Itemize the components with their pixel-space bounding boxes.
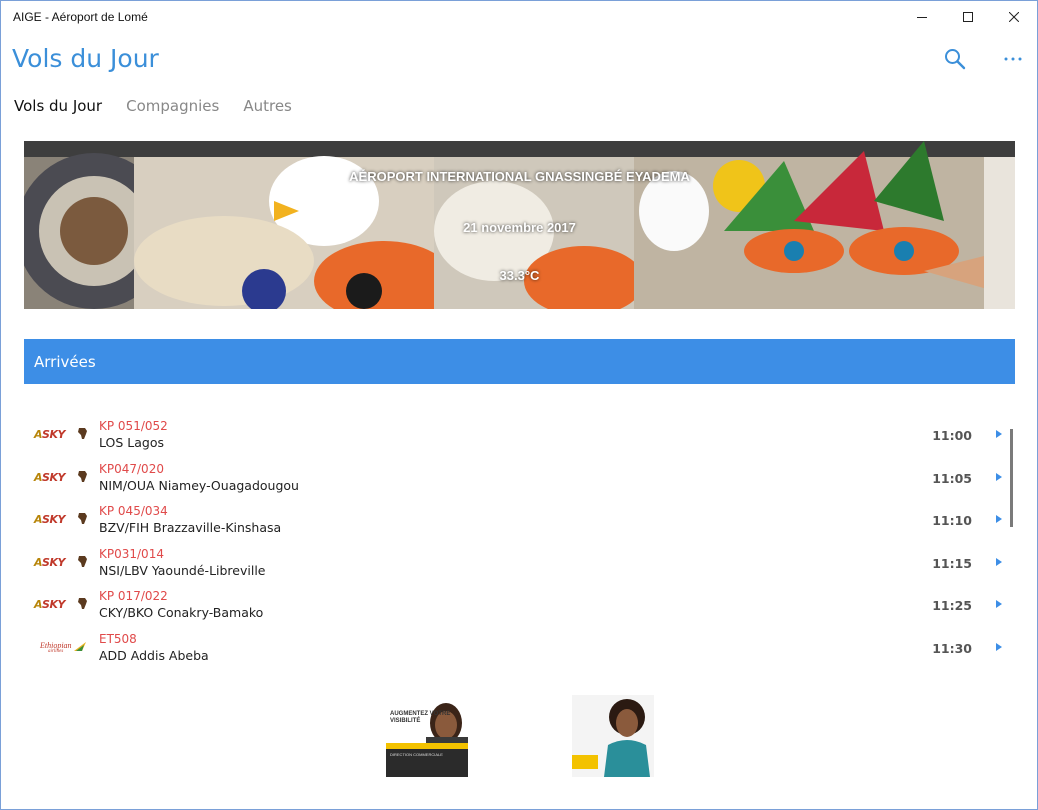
chevron-right-icon	[996, 515, 1002, 524]
close-button[interactable]	[991, 1, 1037, 33]
more-options-button[interactable]	[995, 43, 1031, 75]
pivot-tabs: Vols du Jour Compagnies Autres	[14, 97, 292, 115]
asky-logo: ASKY	[34, 554, 92, 570]
africa-icon	[78, 555, 87, 567]
flight-row[interactable]: ASKY KP047/020 NIM/OUA Niamey-Ouagadougo…	[24, 456, 1015, 499]
chevron-right-icon	[996, 600, 1002, 609]
minimize-button[interactable]	[899, 1, 945, 33]
arrivals-title: Arrivées	[34, 353, 96, 371]
minimize-icon	[917, 17, 927, 18]
scrollbar[interactable]	[1010, 429, 1013, 527]
maximize-icon	[963, 12, 973, 22]
asky-logo: ASKY	[34, 596, 92, 612]
maximize-button[interactable]	[945, 1, 991, 33]
asky-logo: ASKY	[34, 511, 92, 527]
ad-headline: AUGMENTEZ VOTRE VISIBILITÉ	[390, 711, 451, 724]
chevron-right-icon	[996, 557, 1002, 566]
chevron-right-icon	[996, 642, 1002, 651]
flight-route: ADD Addis Abeba	[99, 647, 209, 663]
ad-banner-direction-commerciale[interactable]: AUGMENTEZ VOTRE VISIBILITÉ DIRECTION COM…	[386, 695, 468, 777]
flight-row[interactable]: ASKY KP 051/052 LOS Lagos 11:00	[24, 413, 1015, 456]
flight-row[interactable]: ASKY KP 045/034 BZV/FIH Brazzaville-Kins…	[24, 498, 1015, 541]
ad-band-text: DIRECTION COMMERCIALE	[390, 752, 443, 757]
close-icon	[1009, 12, 1019, 22]
flight-time: 11:00	[932, 428, 972, 443]
hero-banner: AÉROPORT INTERNATIONAL GNASSINGBÉ EYADEM…	[24, 141, 1015, 309]
ad-banner-airport-services[interactable]	[572, 695, 654, 777]
search-icon	[945, 49, 966, 70]
africa-icon	[78, 470, 87, 482]
flight-number: KP 051/052	[99, 419, 168, 433]
flight-time: 11:15	[932, 555, 972, 571]
flight-route: LOS Lagos	[99, 435, 164, 450]
flight-route: BZV/FIH Brazzaville-Kinshasa	[99, 520, 282, 536]
flight-route: CKY/BKO Conakry-Bamako	[99, 605, 264, 621]
flight-time: 11:25	[932, 598, 972, 614]
hero-airport-name: AÉROPORT INTERNATIONAL GNASSINGBÉ EYADEM…	[349, 169, 690, 184]
africa-icon	[78, 598, 87, 610]
flight-number: KP 045/034	[99, 504, 168, 519]
flight-row[interactable]: ASKY KP 017/022 CKY/BKO Conakry-Bamako 1…	[24, 583, 1015, 626]
africa-icon	[78, 428, 87, 439]
flight-route: NSI/LBV Yaoundé-Libreville	[99, 562, 266, 578]
page-title: Vols du Jour	[12, 44, 159, 73]
app-window: AIGE - Aéroport de Lomé Vols du Jour Vol…	[0, 0, 1038, 810]
chevron-right-icon	[996, 430, 1002, 438]
flight-time: 11:05	[932, 470, 972, 486]
ethiopian-logo: Ethiopian airlines	[34, 639, 92, 655]
tab-autres[interactable]: Autres	[243, 97, 292, 115]
asky-logo: ASKY	[34, 469, 92, 485]
more-icon	[1004, 57, 1022, 61]
tab-compagnies[interactable]: Compagnies	[126, 97, 219, 115]
arrivals-header: Arrivées	[24, 339, 1015, 384]
flight-row[interactable]: ASKY KP031/014 NSI/LBV Yaoundé-Librevill…	[24, 541, 1015, 584]
wing-icon	[74, 641, 86, 651]
flight-number: KP 017/022	[99, 589, 168, 604]
hero-temperature: 33.3°C	[499, 268, 540, 283]
asky-logo: ASKY	[34, 426, 92, 442]
africa-icon	[78, 513, 87, 525]
flight-list: ASKY KP 051/052 LOS Lagos 11:00 ASKY KP0…	[24, 413, 1015, 669]
flight-time: 11:10	[932, 513, 972, 529]
tab-vols-du-jour[interactable]: Vols du Jour	[14, 97, 102, 115]
chevron-right-icon	[996, 472, 1002, 481]
flight-number: ET508	[99, 631, 137, 646]
flight-row[interactable]: Ethiopian airlines ET508 ADD Addis Abeba …	[24, 626, 1015, 669]
search-button[interactable]	[937, 43, 973, 75]
window-title: AIGE - Aéroport de Lomé	[13, 10, 148, 24]
flight-route: NIM/OUA Niamey-Ouagadougou	[99, 477, 299, 493]
title-bar: AIGE - Aéroport de Lomé	[1, 1, 1037, 33]
ad-yellow-tag	[572, 755, 598, 769]
flight-number: KP047/020	[99, 461, 164, 476]
flight-time: 11:30	[932, 640, 972, 656]
flight-number: KP031/014	[99, 546, 164, 561]
hero-date: 21 novembre 2017	[463, 220, 576, 235]
